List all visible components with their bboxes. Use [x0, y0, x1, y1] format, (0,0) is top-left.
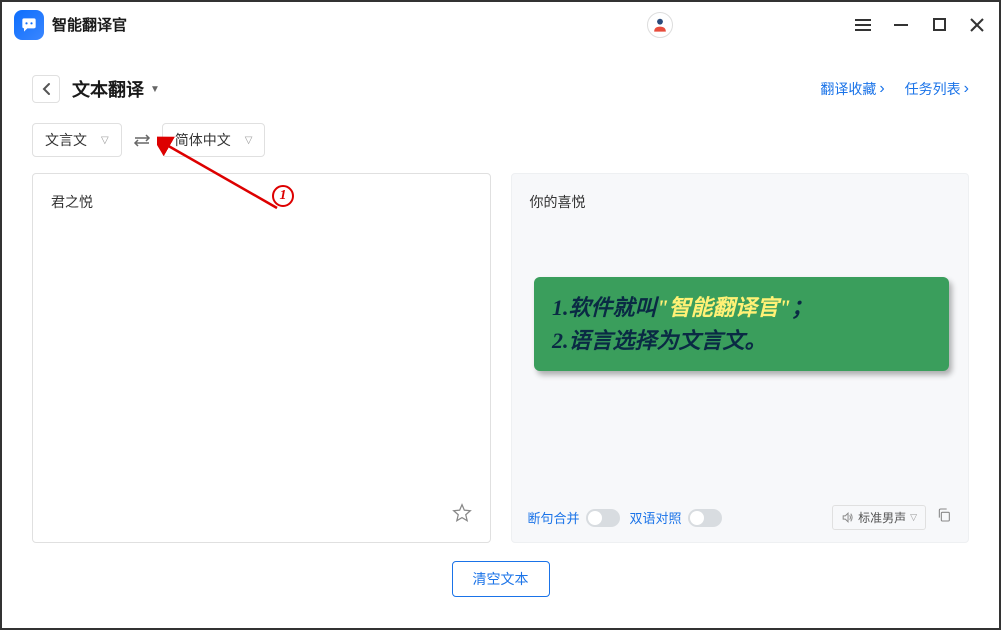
caret-down-icon: ▼	[150, 84, 160, 95]
annotation-line1-prefix: 1.软件就叫	[552, 295, 657, 320]
close-button[interactable]	[967, 15, 987, 35]
chevron-down-icon: ▽	[245, 135, 253, 146]
language-selectors: 文言文 ▽ 简体中文 ▽	[2, 115, 999, 165]
page-title: 文本翻译	[72, 76, 144, 102]
annotation-line2: 2.语言选择为文言文。	[552, 324, 931, 357]
annotation-box: 1.软件就叫"智能翻译官"； 2.语言选择为文言文。	[534, 277, 949, 371]
chevron-down-icon: ▽	[910, 512, 917, 523]
minimize-button[interactable]	[891, 15, 911, 35]
voice-select[interactable]: 标准男声 ▽	[832, 505, 926, 530]
back-button[interactable]	[32, 75, 60, 103]
source-panel: 君之悦	[32, 173, 491, 543]
menu-button[interactable]	[853, 15, 873, 35]
sentence-merge-label: 断句合并	[528, 508, 580, 527]
page-header: 文本翻译 ▼ 翻译收藏 任务列表	[2, 47, 999, 115]
voice-label: 标准男声	[858, 509, 906, 526]
sentence-merge-toggle: 断句合并	[528, 508, 620, 527]
annotation-line1-suffix: ；	[791, 295, 813, 320]
bilingual-toggle: 双语对照	[630, 508, 722, 527]
copy-button[interactable]	[936, 507, 952, 528]
avatar[interactable]	[647, 12, 673, 38]
source-language-label: 文言文	[45, 130, 87, 150]
bilingual-label: 双语对照	[630, 508, 682, 527]
source-textarea[interactable]: 君之悦	[33, 174, 490, 230]
annotation-line1-quote: "智能翻译官"	[657, 295, 791, 320]
clear-text-button[interactable]: 清空文本	[452, 561, 550, 597]
speaker-icon	[841, 511, 854, 524]
app-logo	[14, 10, 44, 40]
target-language-select[interactable]: 简体中文 ▽	[162, 123, 266, 157]
tasks-link[interactable]: 任务列表	[905, 79, 969, 99]
target-text: 你的喜悦	[512, 174, 969, 230]
favorites-link[interactable]: 翻译收藏	[820, 79, 884, 99]
favorite-star-icon[interactable]	[452, 503, 472, 528]
bilingual-switch[interactable]	[688, 509, 722, 527]
swap-languages-button[interactable]	[132, 133, 152, 147]
chevron-down-icon: ▽	[101, 135, 109, 146]
annotation-marker-1: 1	[272, 185, 294, 207]
sentence-merge-switch[interactable]	[586, 509, 620, 527]
source-language-select[interactable]: 文言文 ▽	[32, 123, 122, 157]
target-language-label: 简体中文	[175, 130, 231, 150]
app-title: 智能翻译官	[52, 14, 127, 35]
maximize-button[interactable]	[929, 15, 949, 35]
titlebar: 智能翻译官	[2, 2, 999, 47]
page-title-dropdown[interactable]: 文本翻译 ▼	[72, 76, 160, 102]
